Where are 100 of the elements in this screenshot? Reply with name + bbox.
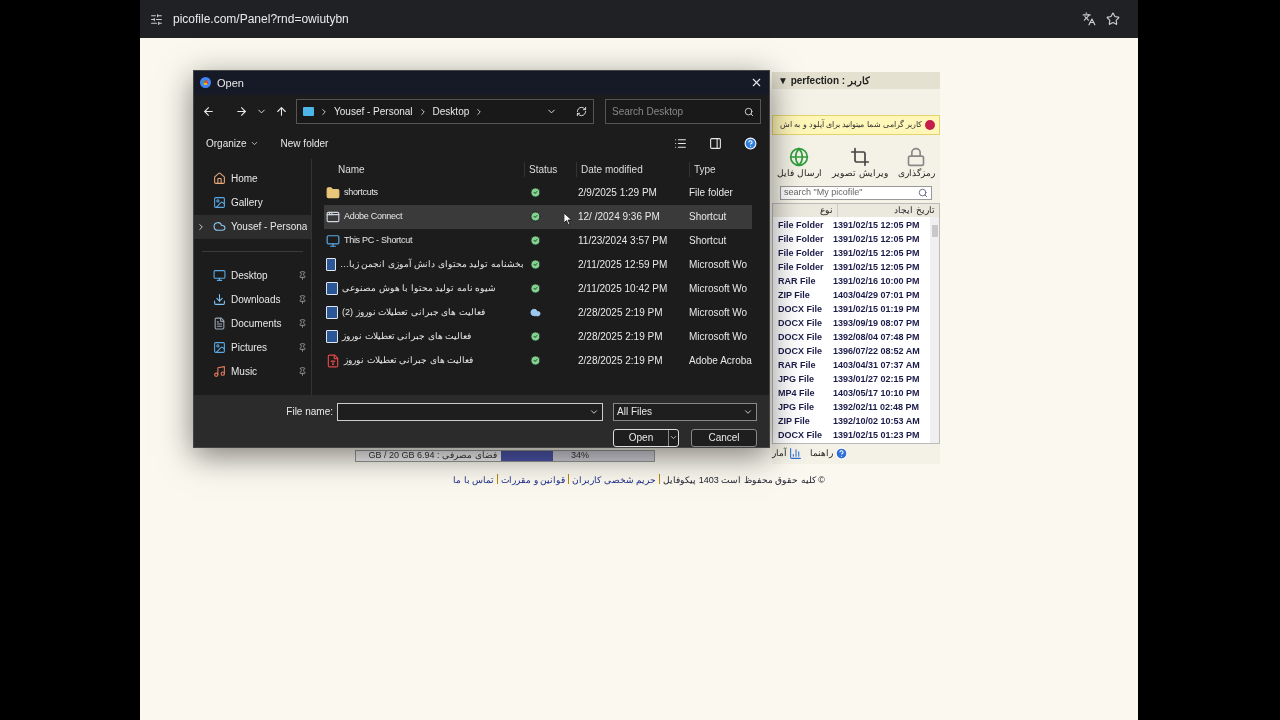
date-cell-text: 2/28/2025 2:19 PM bbox=[577, 354, 664, 369]
file-name: فعالیت های جبرانی تعطیلات نوروز bbox=[344, 353, 473, 367]
breadcrumb[interactable]: Yousef - Personal bbox=[334, 104, 413, 120]
help-icon[interactable] bbox=[744, 137, 757, 151]
column-header[interactable]: Date modified bbox=[576, 162, 689, 178]
footer-link[interactable]: راهنما bbox=[810, 446, 848, 461]
table-cell-text: DOCX File bbox=[777, 428, 823, 442]
search-icon[interactable] bbox=[918, 187, 928, 198]
table-cell-text: File Folder bbox=[777, 232, 825, 246]
date-cell-text: 2/9/2025 1:29 PM bbox=[577, 186, 658, 201]
toolbar-button[interactable]: رمزگذاری bbox=[897, 147, 935, 181]
table-cell-text: DOCX File bbox=[777, 330, 823, 344]
table-cell-text: 1391/02/15 01:23 PM bbox=[833, 428, 920, 442]
sidebar-item[interactable]: Home bbox=[194, 166, 311, 191]
table-cell-text: MP4 File bbox=[777, 386, 816, 400]
search-input[interactable]: Search Desktop bbox=[612, 104, 744, 120]
table-cell-text: DOCX File bbox=[777, 302, 823, 316]
search-field[interactable]: Search Desktop bbox=[605, 99, 761, 125]
file-name: فعالیت های جبرانی تعطیلات نوروز bbox=[342, 329, 471, 343]
date-cell-text: 11/23/2024 3:57 PM bbox=[577, 234, 669, 249]
sidebar-label: Desktop bbox=[231, 269, 269, 284]
table-cell-text: RAR File bbox=[777, 274, 817, 288]
split-caret-icon[interactable] bbox=[668, 430, 678, 446]
back-icon[interactable] bbox=[202, 105, 215, 119]
type-cell-text: Microsoft Wo bbox=[689, 282, 748, 297]
address-bar[interactable]: picofile.com/Panel?rnd=owiutybn bbox=[173, 10, 1072, 28]
file-name: بخشنامه تولید محتوای دانش آموزی انجمن زبا… bbox=[340, 257, 524, 272]
forward-icon[interactable] bbox=[235, 105, 248, 119]
footer-link[interactable]: قوانین و مقررات bbox=[501, 473, 566, 487]
file-row[interactable]: This PC - Shortcut 11/23/2024 3:57 PM Shortcut bbox=[324, 228, 752, 253]
file-name: شیوه نامه تولید محتوا با هوش مصنوعی bbox=[342, 281, 496, 296]
sidebar-item[interactable]: Pictures bbox=[194, 335, 311, 360]
table-cell-text: DOCX File bbox=[777, 316, 823, 330]
document-icon bbox=[326, 282, 338, 296]
cancel-button[interactable]: Cancel bbox=[691, 429, 757, 447]
file-row[interactable]: Adobe Connect 12/ /2024 9:36 PM Shortcut bbox=[324, 204, 752, 229]
table-cell-text: JPG File bbox=[777, 372, 815, 386]
sidebar-item[interactable]: Documents bbox=[194, 311, 311, 336]
column-header[interactable]: Name bbox=[324, 162, 524, 178]
table-cell-text: 1393/09/19 08:07 PM bbox=[833, 316, 920, 330]
home-icon bbox=[213, 172, 226, 186]
file-name: This PC - Shortcut bbox=[344, 233, 413, 247]
table-cell-text: 1403/04/31 07:37 AM bbox=[833, 358, 920, 372]
table-cell-text: RAR File bbox=[777, 358, 817, 372]
open-button[interactable]: Open bbox=[613, 429, 679, 447]
date-cell-text: 2/28/2025 2:19 PM bbox=[577, 330, 664, 345]
bookmark-star-icon[interactable] bbox=[1106, 12, 1120, 26]
app-icon bbox=[326, 209, 340, 224]
breadcrumb[interactable]: Desktop bbox=[432, 104, 470, 120]
footer-link[interactable]: آمار bbox=[772, 446, 802, 461]
preview-pane-icon[interactable] bbox=[709, 137, 722, 151]
organize-button[interactable]: Organize bbox=[206, 136, 259, 152]
refresh-icon[interactable] bbox=[576, 106, 587, 118]
table-cell-text: File Folder bbox=[777, 260, 825, 274]
sidebar-item[interactable]: Downloads bbox=[194, 287, 311, 312]
browser-logo-icon bbox=[200, 77, 211, 89]
sidebar-item[interactable]: Gallery bbox=[194, 190, 311, 215]
date-cell-text: 2/28/2025 2:19 PM bbox=[577, 306, 664, 321]
lock-icon bbox=[906, 147, 927, 167]
footer-link[interactable]: تماس با ما bbox=[453, 473, 495, 487]
view-list-icon[interactable] bbox=[674, 137, 687, 151]
table-cell-text: 1393/01/27 02:15 PM bbox=[833, 372, 920, 386]
sidebar-label: Downloads bbox=[231, 293, 282, 308]
sidebar-label: Yousef - Persona bbox=[231, 220, 307, 235]
toolbar-button[interactable]: ویرایش تصویر bbox=[832, 147, 888, 181]
table-cell-text: File Folder bbox=[777, 218, 825, 232]
folder-icon bbox=[326, 185, 340, 200]
file-name-field[interactable] bbox=[337, 403, 603, 421]
column-header[interactable]: Status bbox=[524, 162, 576, 178]
column-header[interactable]: تاریخ ایجاد bbox=[837, 203, 939, 217]
sidebar-item[interactable]: Music bbox=[194, 359, 311, 384]
sidebar-item[interactable]: Yousef - Persona bbox=[194, 214, 311, 239]
new-folder-button[interactable]: New folder bbox=[280, 136, 329, 152]
translate-icon[interactable] bbox=[1082, 12, 1096, 26]
file-row[interactable]: shortcuts 2/9/2025 1:29 PM File folder bbox=[324, 180, 752, 205]
table-cell-text: 1391/02/15 01:19 PM bbox=[833, 302, 920, 316]
address-field[interactable]: Yousef - Personal Desktop bbox=[296, 99, 594, 125]
help-icon bbox=[835, 447, 848, 460]
sidebar-label: Pictures bbox=[231, 341, 269, 356]
expand-icon[interactable] bbox=[196, 221, 206, 232]
table-cell-text: 1391/02/15 12:05 PM bbox=[833, 232, 920, 246]
up-icon[interactable] bbox=[275, 105, 288, 119]
column-header[interactable]: نوع bbox=[820, 203, 837, 217]
cloud-icon bbox=[213, 220, 226, 234]
toolbar-button[interactable]: ارسال فایل bbox=[777, 147, 822, 181]
table-cell-text: 1391/02/15 12:05 PM bbox=[833, 246, 920, 260]
column-header[interactable]: Type bbox=[689, 162, 716, 178]
table-cell-text: JPG File bbox=[777, 400, 815, 414]
file-type-select[interactable]: All Files bbox=[613, 403, 757, 421]
site-settings-icon[interactable] bbox=[150, 12, 163, 26]
date-cell-text: 2/11/2025 10:42 PM bbox=[577, 282, 669, 297]
search-icon[interactable] bbox=[744, 106, 754, 117]
user-name[interactable]: کاربر : perfection ▼ bbox=[778, 73, 870, 88]
table-cell-text: 1391/02/15 12:05 PM bbox=[833, 260, 920, 274]
separator-icon bbox=[319, 106, 329, 117]
table-cell-text: 1403/04/29 07:01 PM bbox=[833, 288, 920, 302]
sidebar-item[interactable]: Desktop bbox=[194, 263, 311, 288]
table-cell-text: 1391/02/16 10:00 PM bbox=[833, 274, 920, 288]
dropdown-icon[interactable] bbox=[589, 407, 599, 417]
footer-link[interactable]: حریم شخصی کاربران bbox=[572, 473, 657, 487]
